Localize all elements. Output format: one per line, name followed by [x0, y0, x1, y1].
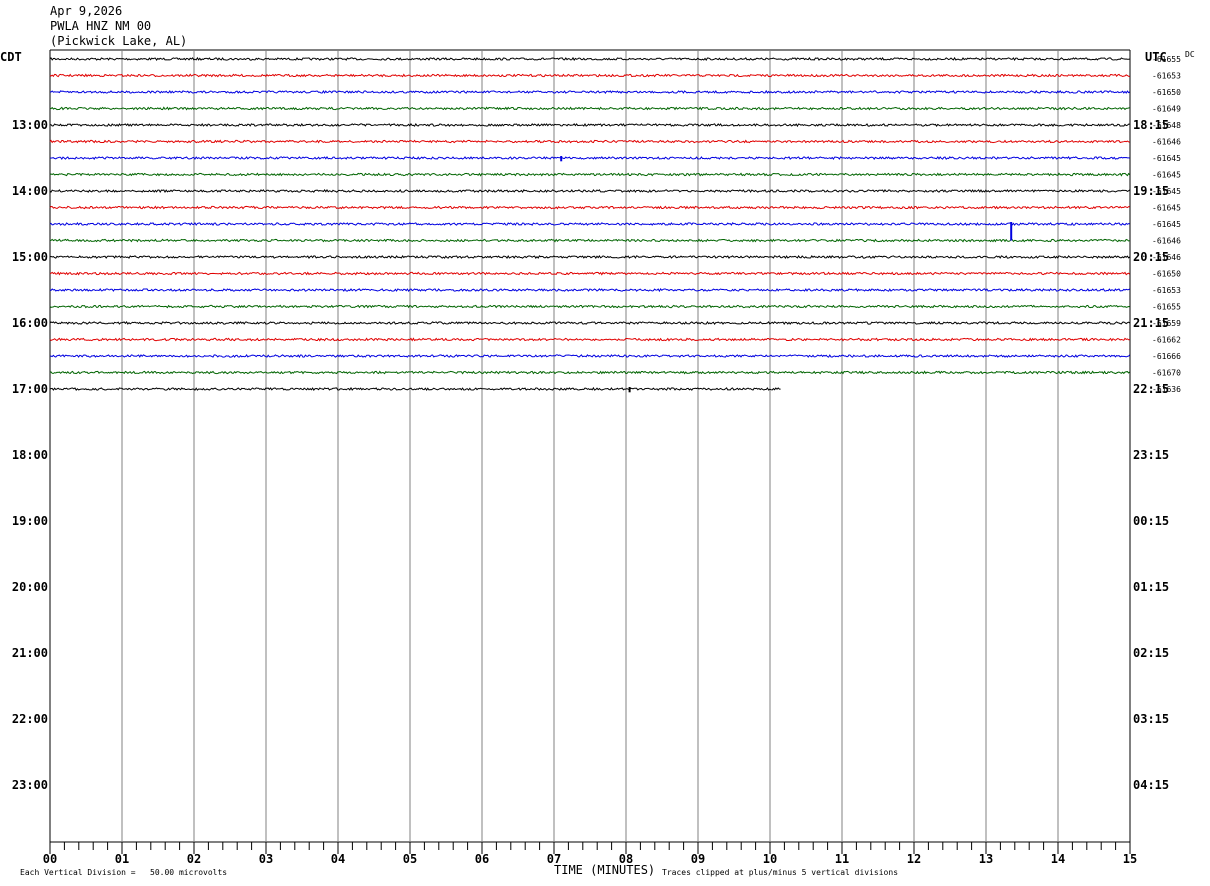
seismic-trace	[49, 254, 1131, 260]
dc-offset-label: -61670	[1152, 369, 1181, 378]
dc-offset-label: -61653	[1152, 72, 1181, 81]
seismic-trace	[49, 222, 1130, 226]
dc-offset-label: -61659	[1152, 319, 1181, 328]
x-tick-label: 14	[1051, 852, 1065, 866]
x-tick-label: 10	[763, 852, 777, 866]
x-axis-label: TIME (MINUTES)	[554, 863, 656, 877]
left-hour-label: 20:00	[12, 580, 48, 594]
dc-offset-label: -61645	[1152, 171, 1181, 180]
seismic-trace	[49, 320, 1131, 326]
left-hour-label: 16:00	[12, 316, 48, 330]
dc-offset-label: -61666	[1152, 352, 1181, 361]
seismic-trace	[49, 354, 1131, 358]
x-tick-label: 12	[907, 852, 921, 866]
left-hour-label: 19:00	[12, 514, 48, 528]
x-tick-label: 04	[331, 852, 345, 866]
seismic-trace	[49, 172, 1131, 177]
left-hour-label: 23:00	[12, 778, 48, 792]
left-hour-label: 17:00	[12, 382, 48, 396]
left-hour-label: 14:00	[12, 184, 48, 198]
left-hour-label: 21:00	[12, 646, 48, 660]
seismic-trace	[49, 188, 1131, 194]
dc-offset-label: -61646	[1152, 253, 1181, 262]
seismic-trace	[49, 122, 1130, 128]
x-tick-label: 05	[403, 852, 417, 866]
left-hour-label: 18:00	[12, 448, 48, 462]
x-tick-label: 06	[475, 852, 489, 866]
dc-offset-label: -61650	[1152, 88, 1181, 97]
dc-offset-label: -61649	[1152, 105, 1181, 114]
x-tick-label: 11	[835, 852, 849, 866]
dc-offset-label: -61645	[1152, 154, 1181, 163]
dc-offset-label: -61655	[1152, 303, 1181, 312]
left-hour-label: 15:00	[12, 250, 48, 264]
dc-offset-label: -61655	[1152, 55, 1181, 64]
seismic-trace	[49, 386, 781, 392]
dc-offset-label: -61650	[1152, 270, 1181, 279]
seismic-trace	[49, 288, 1131, 293]
seismic-trace	[49, 304, 1130, 309]
dc-offset-label: -61646	[1152, 237, 1181, 246]
seismic-trace	[49, 370, 1131, 375]
seismic-trace	[49, 139, 1130, 144]
right-hour-label: 04:15	[1133, 778, 1169, 792]
x-tick-label: 03	[259, 852, 273, 866]
seismic-trace	[49, 271, 1131, 276]
seismic-trace	[49, 238, 1130, 243]
seismic-trace	[49, 106, 1130, 111]
x-tick-label: 15	[1123, 852, 1137, 866]
seismic-trace	[49, 56, 1130, 62]
scale-note: Each Vertical Division = 50.00 microvolt…	[20, 868, 228, 877]
dc-offset-label: -61645	[1152, 220, 1181, 229]
dc-offset-label: -61645	[1152, 187, 1181, 196]
right-hour-label: 02:15	[1133, 646, 1169, 660]
right-hour-label: 01:15	[1133, 580, 1169, 594]
dc-offset-label: -61653	[1152, 286, 1181, 295]
x-tick-label: 13	[979, 852, 993, 866]
right-hour-label: 03:15	[1133, 712, 1169, 726]
left-hour-label: 13:00	[12, 118, 48, 132]
seismic-trace	[49, 205, 1130, 210]
seismic-trace	[49, 155, 1130, 161]
dc-offset-label: -61646	[1152, 138, 1181, 147]
dc-offset-label: -61645	[1152, 204, 1181, 213]
x-tick-label: 00	[43, 852, 57, 866]
clip-note: Traces clipped at plus/minus 5 vertical …	[662, 868, 899, 877]
seismic-trace	[49, 337, 1130, 342]
x-tick-label: 09	[691, 852, 705, 866]
helicorder-plot: 00 01 02 03 04 05 06 07 08 09 10 11 12 13 14 1513:0014:…	[12, 49, 1181, 866]
dc-offset-label: -61648	[1152, 121, 1181, 130]
seismic-trace	[50, 89, 1131, 94]
left-hour-label: 22:00	[12, 712, 48, 726]
dc-offset-label: -61662	[1152, 336, 1181, 345]
right-hour-label: 23:15	[1133, 448, 1169, 462]
x-tick-label: 02	[187, 852, 201, 866]
x-tick-label: 01	[115, 852, 129, 866]
dc-offset-label: -61636	[1152, 385, 1181, 394]
seismic-trace	[49, 73, 1130, 78]
right-hour-label: 00:15	[1133, 514, 1169, 528]
